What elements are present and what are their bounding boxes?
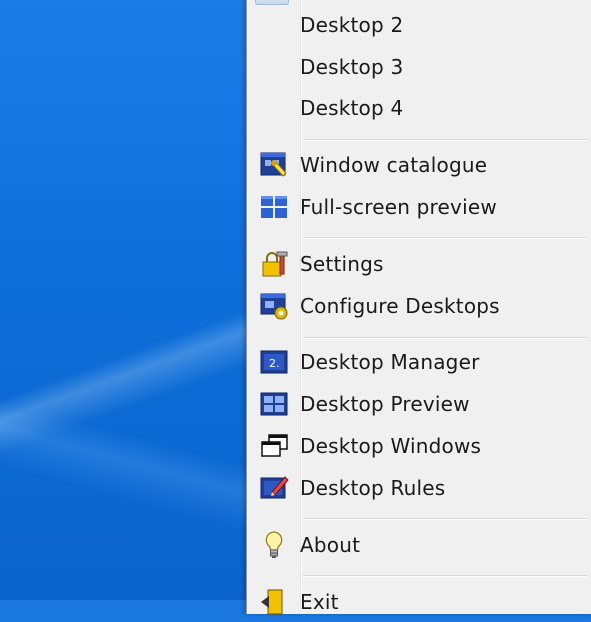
menu-item-window-catalogue[interactable]: Window catalogue xyxy=(247,145,587,185)
menu-separator xyxy=(303,518,587,520)
window-catalogue-icon xyxy=(247,145,300,185)
menu-item-label: Desktop Preview xyxy=(300,392,470,416)
desktop-rules-icon xyxy=(247,468,300,508)
menu-item-label: Desktop 4 xyxy=(300,96,404,120)
menu-item-label: Settings xyxy=(300,252,384,276)
full-screen-preview-icon xyxy=(247,187,300,227)
desktop-manager-icon: 2. xyxy=(247,342,300,382)
desktop-background xyxy=(0,0,246,600)
menu-separator xyxy=(303,337,587,339)
menu-separator xyxy=(303,237,587,239)
desktop-windows-icon xyxy=(247,426,300,466)
settings-icon xyxy=(247,244,300,284)
menu-item-about[interactable]: About xyxy=(247,525,587,565)
menu-item-label: Desktop Rules xyxy=(300,476,446,500)
menu-separator xyxy=(303,139,587,141)
svg-text:2.: 2. xyxy=(269,357,280,370)
menu-item-label: Desktop 2 xyxy=(300,13,404,37)
menu-item-desktop-2[interactable]: Desktop 2 xyxy=(247,5,587,45)
menu-item-label: Full-screen preview xyxy=(300,195,497,219)
context-menu: Desktop 2 Desktop 3 Desktop 4 Window cat… xyxy=(246,0,591,615)
desktop-preview-icon xyxy=(247,384,300,424)
menu-item-label: Desktop Manager xyxy=(300,350,480,374)
menu-item-desktop-3[interactable]: Desktop 3 xyxy=(247,47,587,87)
exit-icon xyxy=(247,582,300,622)
menu-item-desktop-4[interactable]: Desktop 4 xyxy=(247,88,587,128)
menu-item-desktop-manager[interactable]: 2. Desktop Manager xyxy=(247,342,587,382)
menu-separator xyxy=(303,575,587,577)
menu-item-label: Desktop 3 xyxy=(300,55,404,79)
menu-item-label: About xyxy=(300,533,361,557)
menu-item-settings[interactable]: Settings xyxy=(247,244,587,284)
menu-item-configure-desktops[interactable]: Configure Desktops xyxy=(247,286,587,326)
menu-item-desktop-preview[interactable]: Desktop Preview xyxy=(247,384,587,424)
menu-item-label: Configure Desktops xyxy=(300,294,500,318)
configure-desktops-icon xyxy=(247,286,300,326)
menu-item-label: Window catalogue xyxy=(300,153,488,177)
menu-item-desktop-windows[interactable]: Desktop Windows xyxy=(247,426,587,466)
menu-item-label: Exit xyxy=(300,590,339,614)
menu-item-label: Desktop Windows xyxy=(300,434,482,458)
menu-item-full-screen-preview[interactable]: Full-screen preview xyxy=(247,187,587,227)
menu-item-desktop-rules[interactable]: Desktop Rules xyxy=(247,468,587,508)
menu-item-exit[interactable]: Exit xyxy=(247,582,587,622)
lightbulb-icon xyxy=(247,525,300,565)
